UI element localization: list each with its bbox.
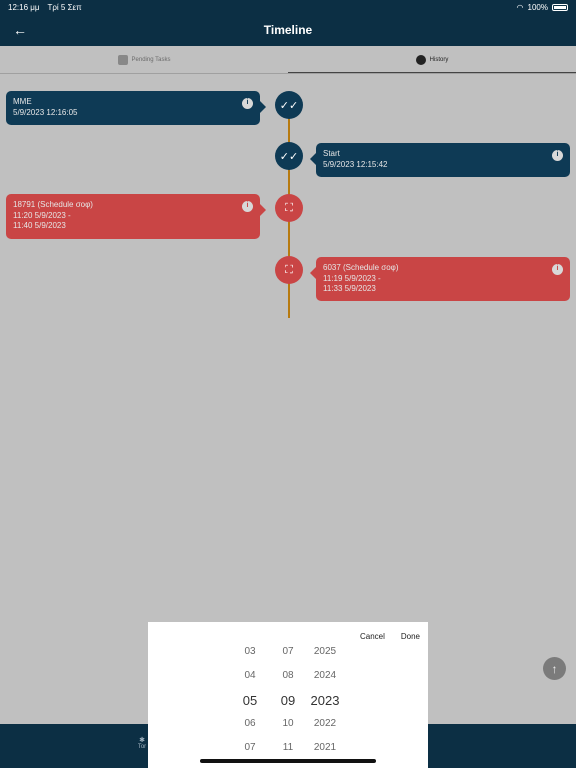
year-wheel[interactable]: 2025 2024 2023 2022 2021 [305, 622, 345, 768]
picker-option-selected[interactable]: 05 [230, 693, 270, 708]
picker-option[interactable]: 03 [230, 646, 270, 657]
info-icon[interactable]: i [242, 98, 253, 109]
picker-option[interactable]: 07 [268, 646, 308, 657]
timeline-node: ⛶ [275, 194, 303, 222]
timeline-card[interactable]: 6037 (Schedule σοφ) 11:19 5/9/2023 - 11:… [310, 257, 570, 301]
app-bar: ← Timeline [0, 14, 576, 46]
card-line: Start [323, 149, 340, 158]
picker-option[interactable]: 11 [268, 742, 308, 753]
timeline-node: ✓✓ [275, 91, 303, 119]
day-wheel[interactable]: 03 04 05 06 07 [230, 622, 270, 768]
card-line: 11:33 5/9/2023 [323, 284, 376, 293]
home-indicator[interactable] [200, 759, 376, 763]
timeline-node: ✓✓ [275, 142, 303, 170]
tab-divider [0, 73, 576, 74]
wifi-icon: ◠ [516, 2, 524, 12]
double-check-icon: ✓✓ [279, 99, 299, 112]
info-icon[interactable]: i [242, 201, 253, 212]
picker-option[interactable]: 08 [268, 670, 308, 681]
date-picker: Cancel Done 03 04 05 06 07 07 08 09 10 1… [148, 622, 428, 768]
picker-option[interactable]: 06 [230, 718, 270, 729]
picker-option[interactable]: 04 [230, 670, 270, 681]
bottom-nav-label: Tor [137, 744, 147, 750]
arrow-up-icon: ↑ [551, 661, 558, 676]
timeline-card[interactable]: MME 5/9/2023 12:16:05 i [6, 91, 266, 125]
tab-pending-tasks[interactable]: Pending Tasks [0, 46, 288, 74]
card-line: 11:20 5/9/2023 - [13, 210, 71, 220]
picker-option[interactable]: 2021 [305, 742, 345, 753]
card-line: 5/9/2023 12:15:42 [323, 159, 388, 169]
tab-bar: Pending Tasks History [0, 46, 576, 74]
page-title: Timeline [263, 23, 313, 37]
card-line: 11:19 5/9/2023 - [323, 273, 381, 283]
tab-label: History [429, 57, 449, 63]
scroll-top-button[interactable]: ↑ [543, 657, 566, 680]
fullscreen-icon: ⛶ [285, 201, 293, 214]
picker-option[interactable]: 2025 [305, 646, 345, 657]
back-button[interactable]: ← [10, 20, 30, 40]
timeline-node: ⛶ [275, 256, 303, 284]
timeline-card[interactable]: Start 5/9/2023 12:15:42 i [310, 143, 570, 177]
month-wheel[interactable]: 07 08 09 10 11 [268, 622, 308, 768]
status-time: 12:16 μμ [8, 2, 40, 12]
battery-icon [552, 3, 568, 11]
tasks-icon [117, 55, 128, 65]
cancel-button[interactable]: Cancel [360, 632, 385, 641]
status-bar: 12:16 μμ Τρί 5 Σεπ ◠ 100% [0, 0, 576, 14]
card-line: 11:40 5/9/2023 [13, 221, 66, 230]
tab-label: Pending Tasks [131, 57, 171, 63]
clock-icon [415, 55, 426, 65]
card-line: MME [13, 97, 32, 106]
done-button[interactable]: Done [401, 632, 420, 641]
timeline-card[interactable]: 18791 (Schedule σοφ) 11:20 5/9/2023 - 11… [6, 194, 266, 239]
picker-option-selected[interactable]: 2023 [305, 693, 345, 708]
picker-option[interactable]: 2024 [305, 670, 345, 681]
info-icon[interactable]: i [552, 264, 563, 275]
picker-option[interactable]: 2022 [305, 718, 345, 729]
picker-option[interactable]: 10 [268, 718, 308, 729]
arrow-left-icon: ← [13, 22, 27, 38]
picker-actions: Cancel Done [360, 632, 420, 641]
status-date: Τρί 5 Σεπ [47, 2, 82, 12]
card-line: 5/9/2023 12:16:05 [13, 107, 78, 117]
double-check-icon: ✓✓ [279, 150, 299, 163]
tab-history[interactable]: History [288, 46, 576, 74]
info-icon[interactable]: i [552, 150, 563, 161]
picker-option-selected[interactable]: 09 [268, 693, 308, 708]
battery-percent: 100% [527, 2, 548, 12]
card-line: 18791 (Schedule σοφ) [13, 200, 93, 209]
fullscreen-icon: ⛶ [285, 263, 293, 276]
card-line: 6037 (Schedule σοφ) [323, 263, 399, 272]
picker-option[interactable]: 07 [230, 742, 270, 753]
